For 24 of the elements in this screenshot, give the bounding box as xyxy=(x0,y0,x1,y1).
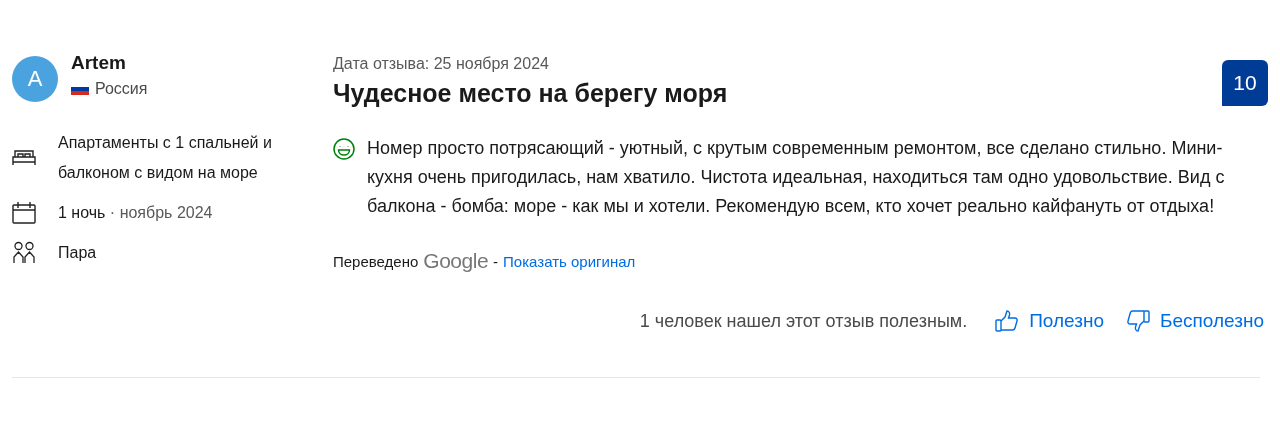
detail-text: Апартаменты с 1 спальней и балконом с видом на море xyxy=(58,134,272,181)
helpful-button[interactable]: Полезно xyxy=(989,305,1110,337)
detail-date: · ноябрь 2024 xyxy=(109,204,213,221)
show-original-link[interactable]: Показать оригинал xyxy=(503,252,636,270)
detail-text: Пара xyxy=(58,244,97,261)
helpful-count: 1 человек нашел этот отзыв полезным. xyxy=(639,310,968,332)
reviewer-country: Россия xyxy=(95,80,148,98)
google-logo: Google xyxy=(423,249,489,273)
separator: - xyxy=(493,252,499,270)
thumbs-down-icon xyxy=(1126,309,1150,333)
detail-text: 1 ночь xyxy=(58,204,106,221)
avatar: A xyxy=(12,56,58,102)
people-icon xyxy=(12,241,36,265)
translated-label: Переведено xyxy=(333,252,419,270)
reviewer-name: Artem xyxy=(71,52,127,74)
review-date: Дата отзыва: 25 ноября 2024 xyxy=(333,55,550,73)
calendar-icon xyxy=(12,201,36,225)
review-text: Номер просто потрясающий - уютный, с крутым современным ремонтом, все сделано стильно. Мини-кухня очень пригодилась, нам хватило. Чистота идеальная, находиться там одно удовольствие. Вид с балкона - бомба: море - как мы и хотели. Рекомендую всем, кто хочет реально кайфануть от отдыха! xyxy=(367,137,1226,218)
thumbs-up-icon xyxy=(995,309,1020,333)
score-badge: 10 xyxy=(1222,60,1268,106)
review-title: Чудесное место на берегу моря xyxy=(333,79,728,108)
smiley-icon xyxy=(333,138,355,160)
bed-icon xyxy=(12,148,36,168)
unhelpful-button[interactable]: Бесполезно xyxy=(1120,305,1270,337)
